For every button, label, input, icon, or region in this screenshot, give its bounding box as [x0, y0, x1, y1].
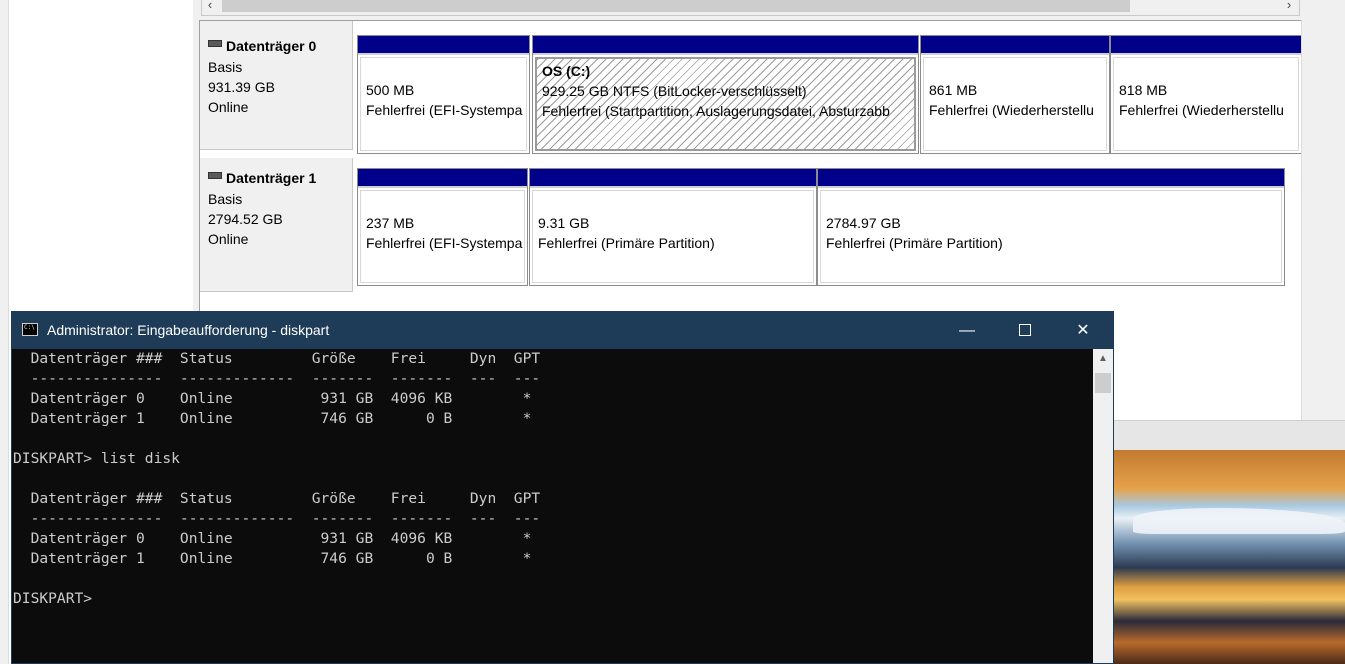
console-line: --------------- ------------- ------- --… — [13, 370, 541, 387]
partition-size: 861 MB — [929, 82, 978, 98]
vertical-scrollbar[interactable] — [1301, 20, 1318, 420]
disk-status: Online — [208, 231, 249, 247]
partition-bar — [921, 36, 1109, 55]
close-icon: ✕ — [1076, 322, 1090, 339]
partition-bar — [818, 169, 1284, 188]
disk-type: Basis — [208, 191, 243, 207]
partition-size: 818 MB — [1119, 82, 1168, 98]
partition-status: Fehlerfrei (Primäre Partition) — [826, 235, 1003, 251]
maximize-button[interactable] — [996, 312, 1054, 349]
chevron-left-icon[interactable]: ‹ — [203, 0, 217, 12]
disk-type: Basis — [208, 59, 243, 75]
partition-size: 500 MB — [366, 82, 415, 98]
partition-status: Fehlerfrei (EFI-Systempa — [366, 102, 523, 118]
chevron-up-icon[interactable]: ▲ — [1093, 349, 1113, 369]
disk-size: 931.39 GB — [208, 79, 275, 95]
close-button[interactable]: ✕ — [1054, 312, 1112, 349]
console-window[interactable]: Administrator: Eingabeaufforderung - dis… — [11, 311, 1114, 664]
disk-size: 2794.52 GB — [208, 211, 283, 227]
hard-disk-icon — [208, 172, 222, 179]
disk-name: Datenträger 1 — [226, 170, 317, 186]
partition-efi[interactable]: 237 MB Fehlerfrei (EFI-Systempa — [357, 168, 528, 286]
desktop-wallpaper — [1113, 450, 1345, 664]
wallpaper-snow — [1133, 508, 1345, 534]
partition-size: 9.31 GB — [538, 215, 590, 231]
partition-primary-2[interactable]: 2784.97 GB Fehlerfrei (Primäre Partition… — [817, 168, 1285, 286]
console-line: Datenträger ### Status Größe Frei Dyn GP… — [13, 490, 541, 507]
partition-bar — [1111, 36, 1301, 55]
disk-row-0[interactable]: Datenträger 0 Basis 931.39 GB Online 500… — [200, 21, 1308, 154]
console-titlebar[interactable]: Administrator: Eingabeaufforderung - dis… — [12, 312, 1113, 349]
partition-size: 929.25 GB NTFS (BitLocker-verschlüsselt) — [542, 83, 807, 99]
partition-title: OS (C:) — [542, 63, 591, 79]
partition-recovery-1[interactable]: 861 MB Fehlerfrei (Wiederherstellu — [920, 35, 1110, 154]
partition-size: 2784.97 GB — [826, 215, 901, 231]
background-window-edge — [1113, 420, 1345, 451]
hard-disk-icon — [208, 40, 222, 47]
scrollbar-thumb[interactable] — [1095, 373, 1111, 393]
partition-status: Fehlerfrei (Primäre Partition) — [538, 235, 715, 251]
partition-status: Fehlerfrei (Wiederherstellu — [929, 102, 1094, 118]
partition-bar — [358, 169, 527, 188]
partition-bar — [530, 169, 816, 188]
console-scrollbar[interactable]: ▲ — [1093, 349, 1113, 663]
console-line: Datenträger 0 Online 931 GB 4096 KB * — [13, 390, 532, 407]
console-output[interactable]: Datenträger ### Status Größe Frei Dyn GP… — [12, 349, 1092, 663]
console-line: Datenträger ### Status Größe Frei Dyn GP… — [13, 350, 541, 367]
console-line: Datenträger 1 Online 746 GB 0 B * — [13, 410, 532, 427]
partition-recovery-2[interactable]: 818 MB Fehlerfrei (Wiederherstellu — [1110, 35, 1302, 154]
minimize-button[interactable]: — — [938, 312, 996, 349]
console-line: Datenträger 1 Online 746 GB 0 B * — [13, 550, 532, 567]
disk-name: Datenträger 0 — [226, 38, 317, 54]
partition-efi[interactable]: 500 MB Fehlerfrei (EFI-Systempa — [357, 35, 530, 154]
console-line: Datenträger 0 Online 931 GB 4096 KB * — [13, 530, 532, 547]
partition-status: Fehlerfrei (Wiederherstellu — [1119, 102, 1284, 118]
disk-status: Online — [208, 99, 249, 115]
maximize-icon — [1019, 324, 1031, 336]
console-line: DISKPART> list disk — [13, 450, 180, 467]
partition-status: Fehlerfrei (Startpartition, Auslagerungs… — [542, 103, 890, 119]
disk-label-0[interactable]: Datenträger 0 Basis 931.39 GB Online — [200, 21, 353, 150]
disk-row-1[interactable]: Datenträger 1 Basis 2794.52 GB Online 23… — [200, 158, 1308, 292]
partition-os-c[interactable]: OS (C:) 929.25 GB NTFS (BitLocker-versch… — [532, 35, 919, 154]
disk-label-1[interactable]: Datenträger 1 Basis 2794.52 GB Online — [200, 158, 353, 292]
partition-size: 237 MB — [366, 215, 415, 231]
partition-bar — [358, 36, 529, 55]
console-line: DISKPART> — [13, 590, 101, 607]
horizontal-scrollbar[interactable]: ‹ › — [201, 0, 1300, 16]
disk-map: Datenträger 0 Basis 931.39 GB Online 500… — [199, 20, 1309, 294]
window-title: Administrator: Eingabeaufforderung - dis… — [47, 322, 330, 338]
partition-status: Fehlerfrei (EFI-Systempa — [366, 235, 523, 251]
partition-bar — [533, 36, 918, 55]
scrollbar-thumb[interactable] — [222, 0, 1130, 12]
console-line: --------------- ------------- ------- --… — [13, 510, 541, 527]
partition-primary-1[interactable]: 9.31 GB Fehlerfrei (Primäre Partition) — [529, 168, 817, 286]
cmd-icon[interactable] — [22, 323, 38, 336]
chevron-right-icon[interactable]: › — [1282, 0, 1296, 12]
minimize-icon: — — [959, 322, 975, 339]
